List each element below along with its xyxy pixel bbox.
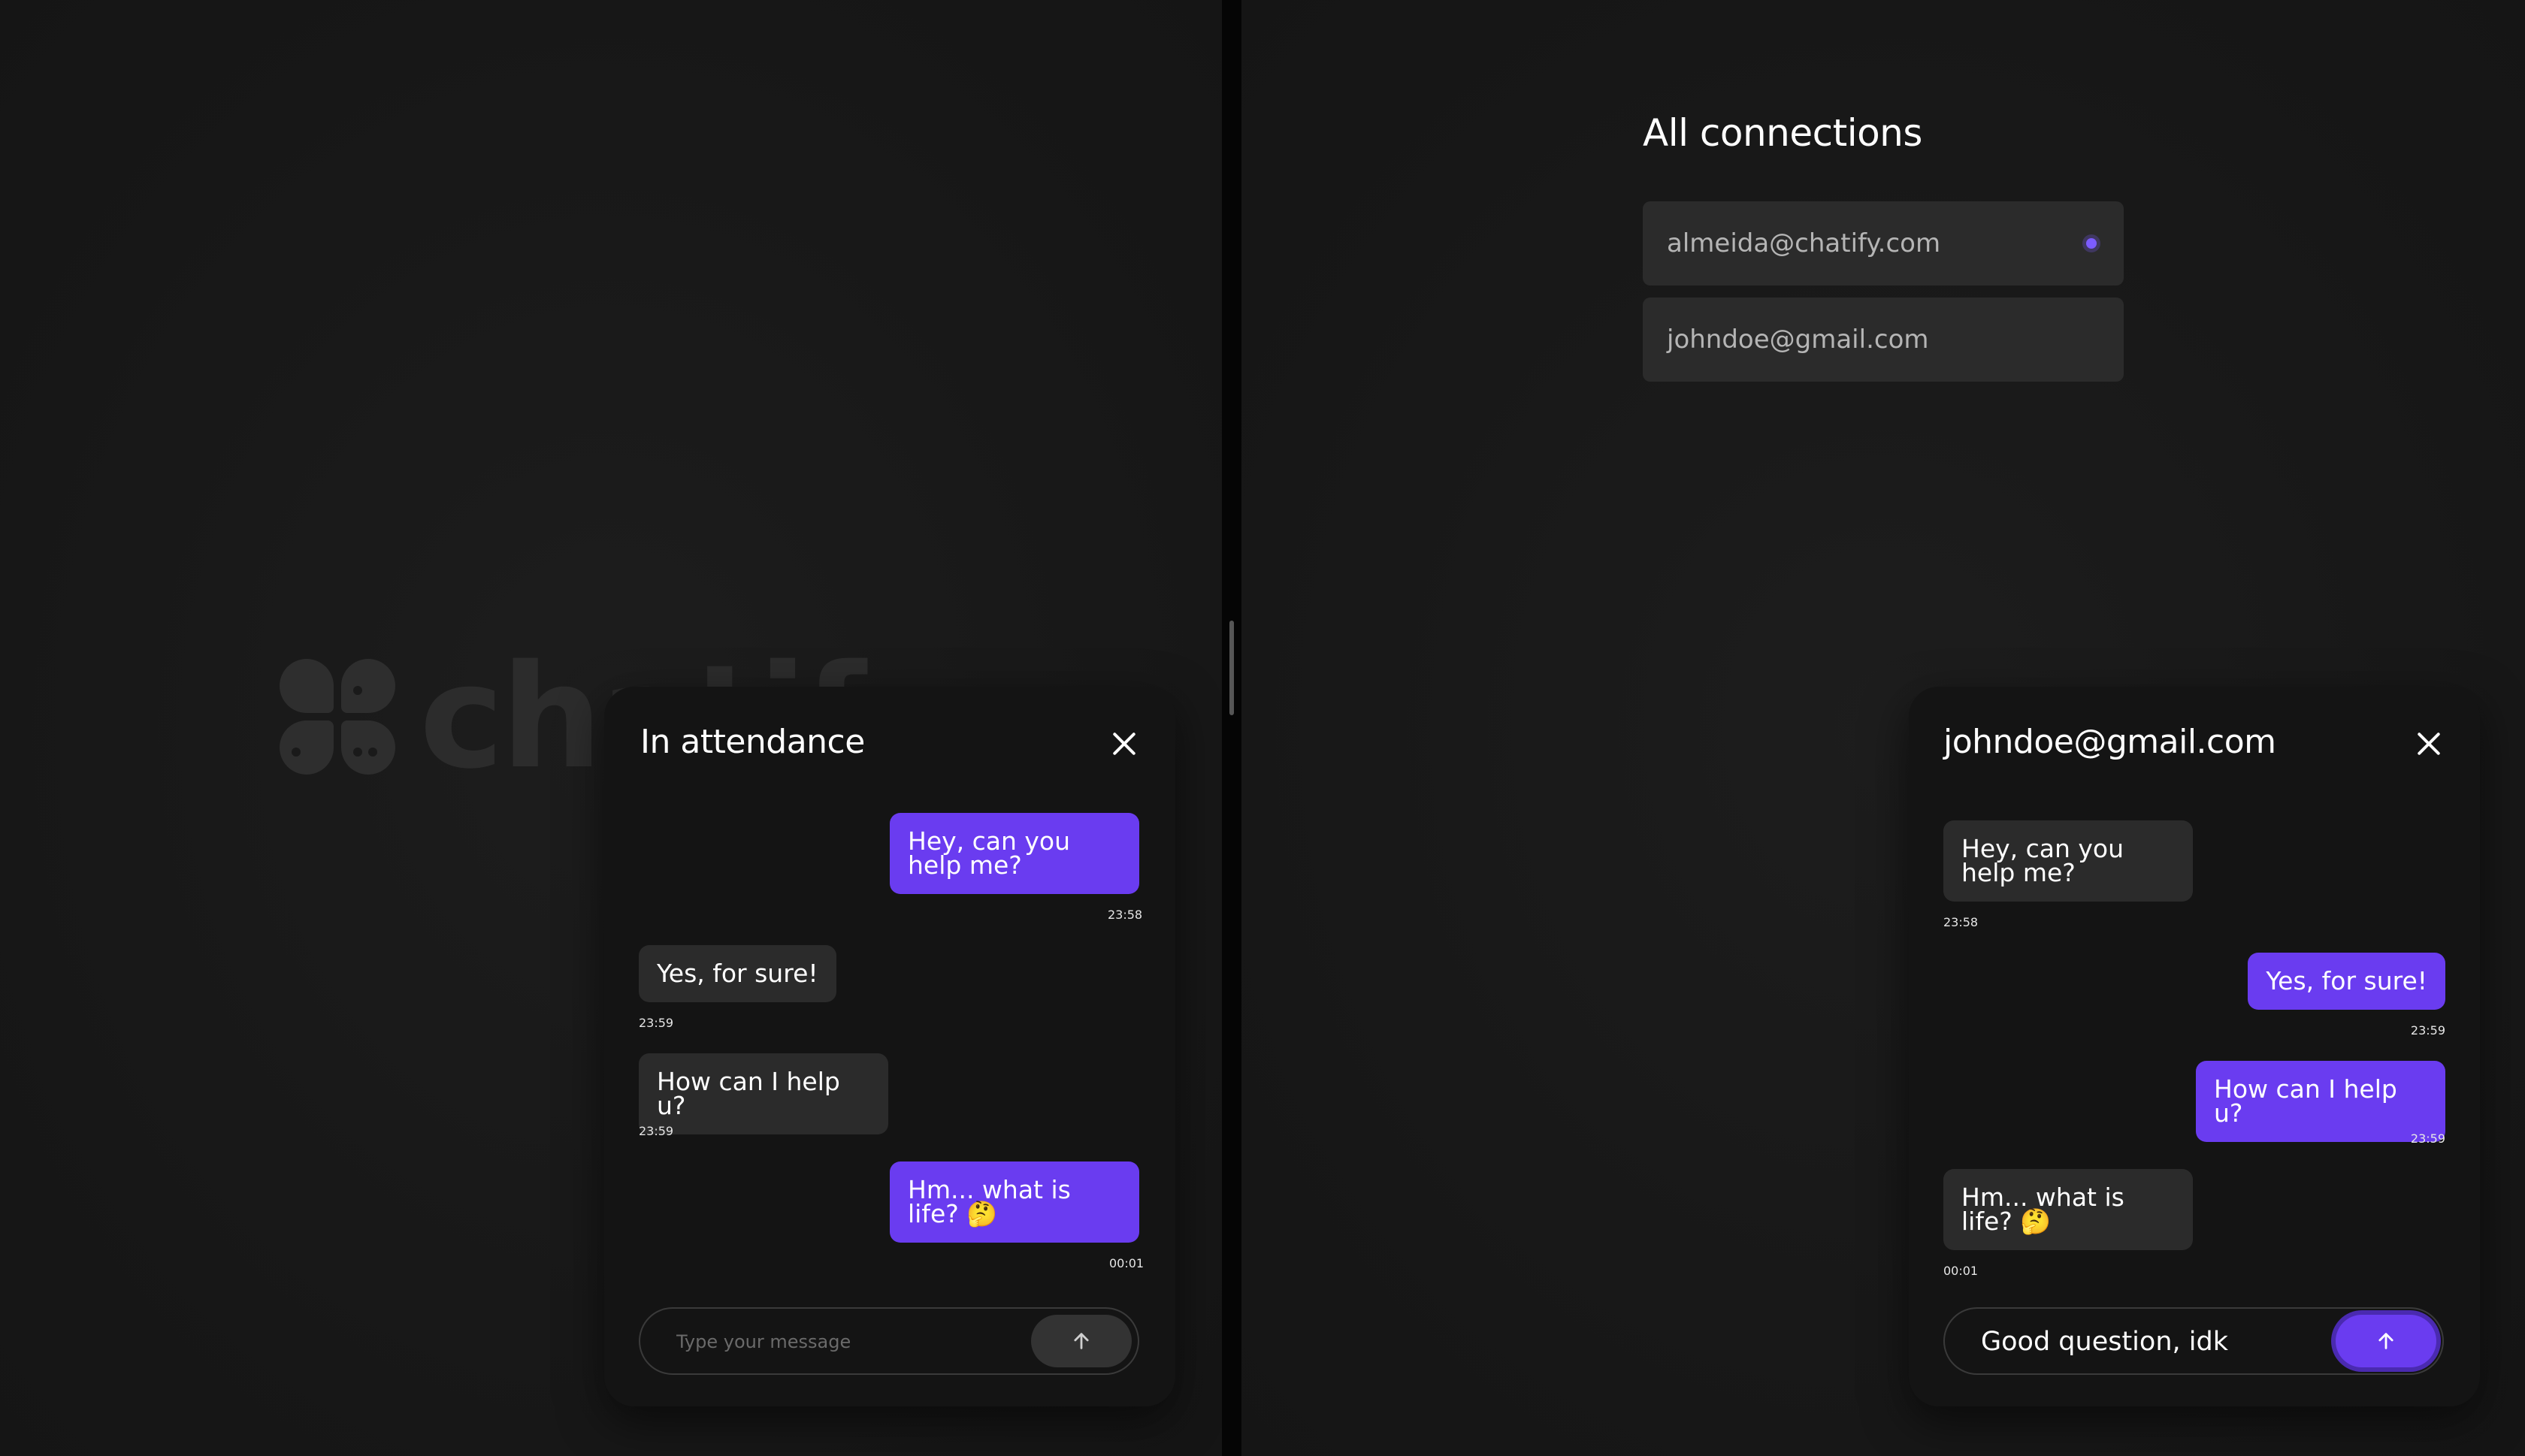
- chat-title: johndoe@gmail.com: [1943, 723, 2276, 761]
- message-bubble-received: Yes, for sure!: [639, 945, 836, 1002]
- message-time: 23:59: [639, 1124, 674, 1138]
- arrow-up-icon: [2378, 1333, 2393, 1349]
- chat-title: In attendance: [640, 723, 865, 761]
- connection-item[interactable]: johndoe@gmail.com: [1643, 298, 2124, 382]
- send-button[interactable]: [2336, 1315, 2436, 1367]
- message-time: 23:59: [2410, 1023, 2445, 1038]
- message-bubble-sent: Hey, can you help me?: [890, 813, 1139, 894]
- message-time: 23:59: [639, 1016, 674, 1030]
- connection-email: almeida@chatify.com: [1667, 228, 1941, 258]
- message-bubble-sent: How can I help u?: [2196, 1061, 2445, 1142]
- connection-item[interactable]: almeida@chatify.com: [1643, 201, 2124, 285]
- message-composer: [639, 1307, 1139, 1375]
- split-divider[interactable]: [1222, 0, 1241, 1456]
- chatify-logo-icon: [280, 659, 397, 776]
- message-bubble-sent: Hm... what is life? 🤔: [890, 1161, 1139, 1243]
- message-bubble-sent: Yes, for sure!: [2248, 953, 2445, 1010]
- divider-handle[interactable]: [1229, 621, 1234, 715]
- chat-widget-conversation: johndoe@gmail.com Hey, can you help me? …: [1909, 687, 2480, 1406]
- message-time: 23:59: [2410, 1131, 2445, 1146]
- message-bubble-received: Hm... what is life? 🤔: [1943, 1169, 2193, 1250]
- chat-widget-attendance: In attendance Hey, can you help me? 23:5…: [604, 687, 1175, 1406]
- message-input[interactable]: [1979, 1309, 2328, 1375]
- arrow-up-icon: [1074, 1333, 1089, 1349]
- right-window: All connections almeida@chatify.com john…: [1241, 0, 2525, 1456]
- message-time: 23:58: [1108, 908, 1143, 922]
- message-time: 00:01: [1943, 1264, 1979, 1278]
- message-bubble-received: Hey, can you help me?: [1943, 820, 2193, 902]
- unread-dot-icon: [2086, 238, 2097, 249]
- connection-email: johndoe@gmail.com: [1667, 325, 1929, 355]
- left-window: chatify In attendance Hey, can you help …: [0, 0, 1222, 1456]
- close-icon[interactable]: [1106, 726, 1142, 762]
- connections-title: All connections: [1643, 111, 1922, 155]
- message-bubble-received: How can I help u?: [639, 1053, 888, 1134]
- message-input[interactable]: [675, 1309, 1024, 1375]
- message-time: 23:58: [1943, 915, 1979, 929]
- message-time: 00:01: [1109, 1256, 1145, 1270]
- close-icon[interactable]: [2411, 726, 2447, 762]
- message-composer: [1943, 1307, 2444, 1375]
- send-button[interactable]: [1031, 1315, 1132, 1367]
